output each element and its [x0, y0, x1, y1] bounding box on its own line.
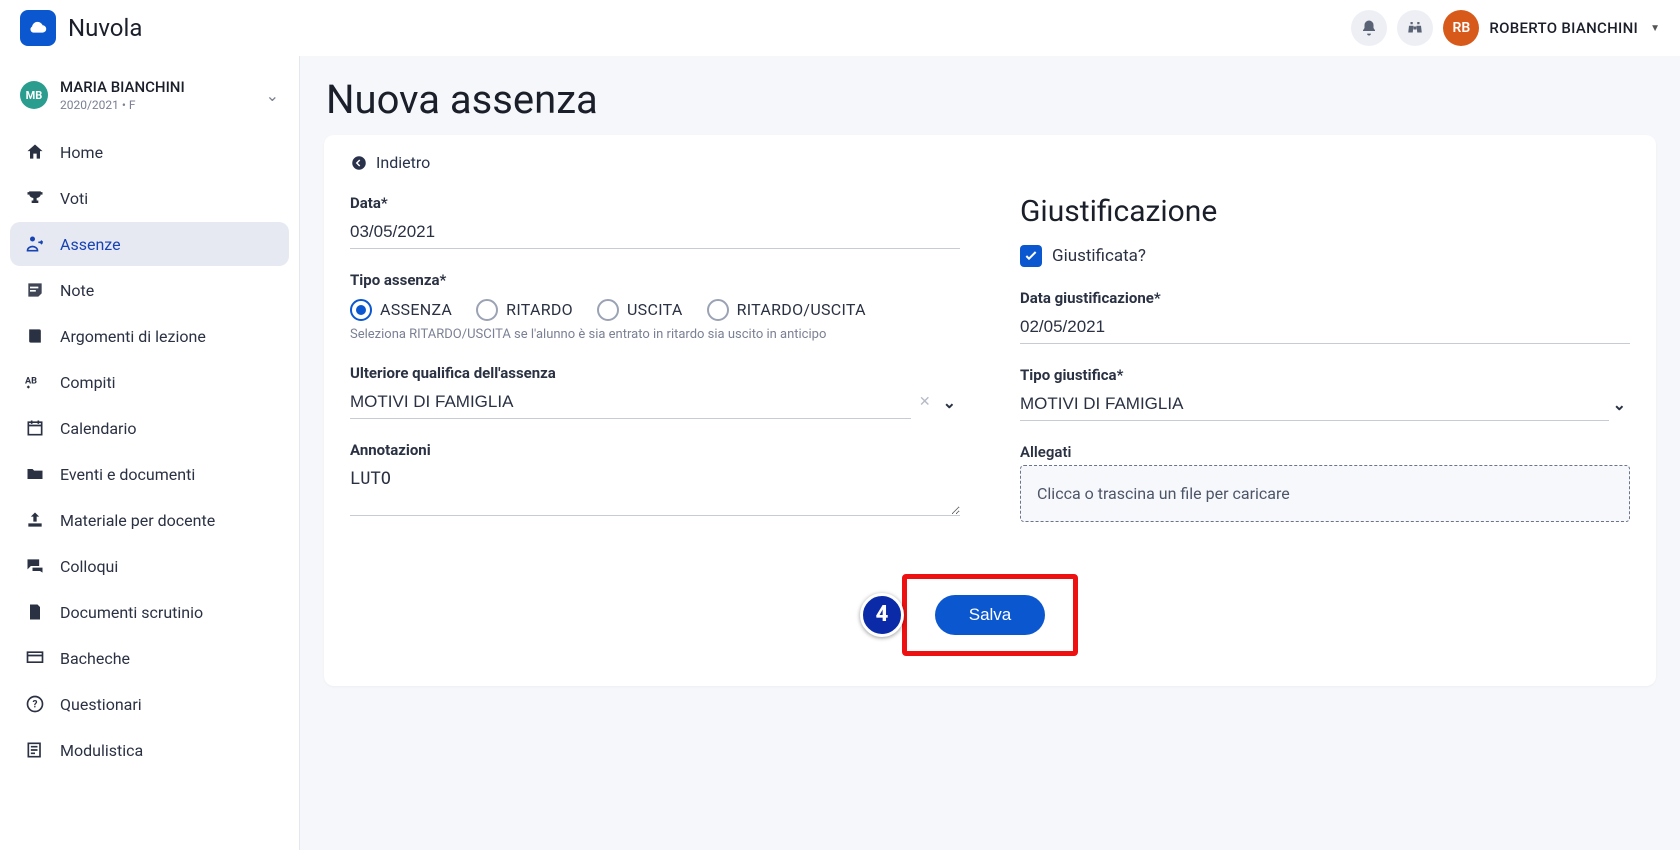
nav-colloqui[interactable]: Colloqui: [10, 544, 289, 588]
highlight-box: Salva: [902, 574, 1079, 656]
nav-home[interactable]: Home: [10, 130, 289, 174]
back-link[interactable]: Indietro: [350, 153, 430, 172]
nav-label: Argomenti di lezione: [60, 327, 206, 346]
upload-icon: [24, 510, 46, 530]
user-name[interactable]: ROBERTO BIANCHINI: [1489, 19, 1638, 37]
nav-bacheche[interactable]: Bacheche: [10, 636, 289, 680]
type-helper: Seleziona RITARDO/USCITA se l'alunno è s…: [350, 327, 960, 342]
nav-label: Voti: [60, 189, 88, 208]
nav-note[interactable]: Note: [10, 268, 289, 312]
student-name: MARIA BIANCHINI: [60, 78, 185, 96]
nav-voti[interactable]: Voti: [10, 176, 289, 220]
nav-calendario[interactable]: Calendario: [10, 406, 289, 450]
document-icon: [24, 602, 46, 622]
home-icon: [24, 142, 46, 162]
book-icon: [24, 326, 46, 346]
nav-label: Compiti: [60, 373, 116, 392]
nav-label: Questionari: [60, 695, 142, 714]
folder-icon: [24, 464, 46, 484]
user-avatar[interactable]: RB: [1443, 10, 1479, 46]
chevron-down-icon[interactable]: ▼: [1650, 23, 1660, 34]
checkbox-label: Giustificata?: [1052, 246, 1146, 266]
binoculars-icon: [1406, 19, 1424, 37]
form-card: Indietro Data* Tipo assenza* ASSENZ: [324, 135, 1656, 686]
attachments-dropzone[interactable]: Clicca o trascina un file per caricare: [1020, 465, 1630, 522]
nav-label: Bacheche: [60, 649, 130, 668]
page-title: Nuova assenza: [326, 76, 1656, 123]
radio-assenza[interactable]: ASSENZA: [350, 299, 452, 321]
nav-assenze[interactable]: Assenze: [10, 222, 289, 266]
nav-label: Eventi e documenti: [60, 465, 195, 484]
nav-label: Modulistica: [60, 741, 143, 760]
nav-label: Assenze: [60, 235, 121, 254]
notifications-button[interactable]: [1351, 10, 1387, 46]
notes-label: Annotazioni: [350, 441, 960, 459]
nav-label: Documenti scrutinio: [60, 603, 203, 622]
radio-label: RITARDO: [506, 300, 573, 319]
step-badge: 4: [860, 593, 904, 637]
student-avatar: MB: [20, 81, 48, 109]
just-type-select[interactable]: [1020, 388, 1609, 421]
nav-label: Materiale per docente: [60, 511, 215, 530]
app-title: Nuvola: [68, 14, 142, 42]
bell-icon: [1360, 19, 1378, 37]
justified-checkbox[interactable]: Giustificata?: [1020, 245, 1630, 267]
board-icon: [24, 648, 46, 668]
back-label: Indietro: [376, 153, 430, 172]
chat-icon: [24, 556, 46, 576]
form-icon: [24, 740, 46, 760]
homework-icon: AB: [24, 372, 46, 392]
nav-questionari[interactable]: ? Questionari: [10, 682, 289, 726]
date-label: Data*: [350, 194, 960, 212]
topbar: Nuvola RB ROBERTO BIANCHINI ▼: [0, 0, 1680, 56]
nav-compiti[interactable]: AB Compiti: [10, 360, 289, 404]
main-content: Nuova assenza Indietro Data* Tipo assenz…: [300, 56, 1680, 850]
student-year: 2020/2021 • F: [60, 98, 185, 112]
radio-label: USCITA: [627, 300, 683, 319]
radio-ritardo[interactable]: RITARDO: [476, 299, 573, 321]
svg-text:AB: AB: [25, 377, 37, 387]
qualifier-select[interactable]: [350, 386, 911, 419]
just-date-input[interactable]: [1020, 311, 1630, 344]
justification-title: Giustificazione: [1020, 194, 1630, 229]
chevron-down-icon[interactable]: ⌄: [939, 393, 960, 412]
nav-modulistica[interactable]: Modulistica: [10, 728, 289, 772]
calendar-icon: [24, 418, 46, 438]
search-button[interactable]: [1397, 10, 1433, 46]
radio-uscita[interactable]: USCITA: [597, 299, 683, 321]
trophy-icon: [24, 188, 46, 208]
just-date-label: Data giustificazione*: [1020, 289, 1630, 307]
save-button[interactable]: Salva: [935, 595, 1046, 635]
nav-materiale[interactable]: Materiale per docente: [10, 498, 289, 542]
qualifier-label: Ulteriore qualifica dell'assenza: [350, 364, 960, 382]
radio-label: RITARDO/USCITA: [737, 300, 866, 319]
nav-label: Note: [60, 281, 94, 300]
clear-icon[interactable]: ✕: [911, 394, 939, 410]
person-leave-icon: [24, 234, 46, 254]
student-selector[interactable]: MB MARIA BIANCHINI 2020/2021 • F ⌄: [10, 66, 289, 120]
nav-argomenti[interactable]: Argomenti di lezione: [10, 314, 289, 358]
nav-scrutinio[interactable]: Documenti scrutinio: [10, 590, 289, 634]
chevron-down-icon[interactable]: ⌄: [1609, 395, 1630, 414]
type-label: Tipo assenza*: [350, 271, 960, 289]
attachments-label: Allegati: [1020, 443, 1630, 461]
checkbox-checked-icon: [1020, 245, 1042, 267]
help-icon: ?: [24, 694, 46, 714]
nav-label: Calendario: [60, 419, 137, 438]
just-type-label: Tipo giustifica*: [1020, 366, 1630, 384]
app-logo[interactable]: [20, 10, 56, 46]
chevron-down-icon: ⌄: [266, 86, 279, 105]
radio-label: ASSENZA: [380, 300, 452, 319]
nav-label: Home: [60, 143, 103, 162]
radio-ritardo-uscita[interactable]: RITARDO/USCITA: [707, 299, 866, 321]
nav-eventi[interactable]: Eventi e documenti: [10, 452, 289, 496]
svg-text:?: ?: [33, 699, 38, 710]
nav-label: Colloqui: [60, 557, 118, 576]
date-input[interactable]: [350, 216, 960, 249]
note-icon: [24, 280, 46, 300]
sidebar: MB MARIA BIANCHINI 2020/2021 • F ⌄ Home …: [0, 56, 300, 850]
arrow-left-circle-icon: [350, 154, 368, 172]
notes-textarea[interactable]: [350, 463, 960, 516]
